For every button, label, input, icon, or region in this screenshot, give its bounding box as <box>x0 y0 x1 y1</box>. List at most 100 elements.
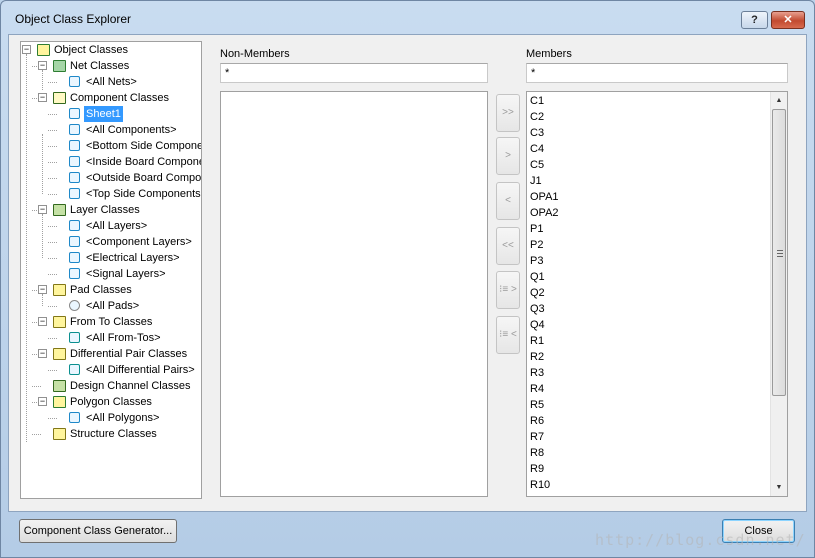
list-item[interactable]: J1 <box>530 173 542 189</box>
tree-connector <box>48 258 57 259</box>
tree-item[interactable]: <All Components> <box>21 122 201 138</box>
tree-item[interactable]: <Electrical Layers> <box>21 250 201 266</box>
list-item[interactable]: R6 <box>530 413 544 429</box>
tree-item-label: <All Pads> <box>86 300 140 312</box>
list-item[interactable]: Q3 <box>530 301 545 317</box>
tree-item-label: Differential Pair Classes <box>70 348 188 360</box>
list-item[interactable]: Q2 <box>530 285 545 301</box>
members-filter-input[interactable]: * <box>526 63 788 83</box>
title-bar[interactable]: Object Class Explorer ? ✕ <box>1 1 814 35</box>
list-item[interactable]: P1 <box>530 221 543 237</box>
tree-connector <box>48 370 57 371</box>
polygon-classes-icon <box>53 396 66 408</box>
list-item[interactable]: C5 <box>530 157 544 173</box>
collapse-icon[interactable]: − <box>38 61 47 70</box>
help-button[interactable]: ? <box>741 11 768 29</box>
tree-item[interactable]: Structure Classes <box>21 426 201 442</box>
tree-guide-line <box>42 70 43 90</box>
tree-connector <box>48 242 57 243</box>
tree-item[interactable]: <Top Side Components: <box>21 186 202 202</box>
add-filtered-button[interactable]: ⁝≡ > <box>496 271 520 309</box>
list-item[interactable]: R9 <box>530 461 544 477</box>
tree-connector <box>48 146 57 147</box>
non-members-filter-input[interactable]: * <box>220 63 488 83</box>
list-item[interactable]: C2 <box>530 109 544 125</box>
object-classes-tree[interactable]: − Object Classes − Net Classes <All Nets> − Co… <box>20 41 202 499</box>
remove-all-button[interactable]: << <box>496 227 520 265</box>
tree-item[interactable]: <Signal Layers> <box>21 266 201 282</box>
tree-item[interactable]: <All Layers> <box>21 218 201 234</box>
non-members-list[interactable] <box>220 91 488 497</box>
list-item[interactable]: R10 <box>530 477 550 493</box>
tree-item-label: <Component Layers> <box>86 236 192 248</box>
list-item[interactable]: P2 <box>530 237 543 253</box>
tree-item[interactable]: − Component Classes <box>21 90 201 106</box>
remove-filtered-button[interactable]: ⁝≡ < <box>496 316 520 354</box>
tree-item[interactable]: <Inside Board Compone <box>21 154 201 170</box>
tree-item[interactable]: <Outside Board Compor <box>21 170 201 186</box>
net-icon <box>69 76 80 87</box>
component-icon <box>69 188 80 199</box>
tree-item[interactable]: <Component Layers> <box>21 234 201 250</box>
tree-item[interactable]: <Bottom Side Componer <box>21 138 201 154</box>
collapse-icon[interactable]: − <box>38 317 47 326</box>
members-scrollbar[interactable]: ▲ ▼ <box>770 92 787 496</box>
remove-selected-button[interactable]: < <box>496 182 520 220</box>
list-item[interactable]: P3 <box>530 253 543 269</box>
tree-item[interactable]: <All Nets> <box>21 74 201 90</box>
members-label: Members <box>526 48 572 60</box>
collapse-icon[interactable]: − <box>38 397 47 406</box>
tree-item[interactable]: Design Channel Classes <box>21 378 201 394</box>
scroll-up-icon[interactable]: ▲ <box>771 92 787 109</box>
tree-item[interactable]: − Net Classes <box>21 58 201 74</box>
list-item[interactable]: Q1 <box>530 269 545 285</box>
tree-item-label: <Top Side Components: <box>86 188 202 200</box>
collapse-icon[interactable]: − <box>38 349 47 358</box>
tree-item[interactable]: − Layer Classes <box>21 202 201 218</box>
collapse-icon[interactable]: − <box>38 205 47 214</box>
collapse-icon[interactable]: − <box>22 45 31 54</box>
tree-item[interactable]: Sheet1 <box>21 106 201 122</box>
list-item[interactable]: R4 <box>530 381 544 397</box>
add-selected-button[interactable]: > <box>496 137 520 175</box>
tree-item[interactable]: <All Pads> <box>21 298 201 314</box>
tree-guide-line <box>42 214 43 258</box>
collapse-icon[interactable]: − <box>38 285 47 294</box>
tree-item-label: <All From-Tos> <box>86 332 161 344</box>
tree-item[interactable]: <All Differential Pairs> <box>21 362 201 378</box>
tree-connector <box>48 306 57 307</box>
tree-item[interactable]: − Pad Classes <box>21 282 201 298</box>
list-item[interactable]: C4 <box>530 141 544 157</box>
list-item[interactable]: Q4 <box>530 317 545 333</box>
component-class-generator-button[interactable]: Component Class Generator... <box>19 519 177 543</box>
scroll-down-icon[interactable]: ▼ <box>771 479 787 496</box>
layer-classes-icon <box>53 204 66 216</box>
list-item[interactable]: R2 <box>530 349 544 365</box>
add-all-button[interactable]: >> <box>496 94 520 132</box>
window-close-button[interactable]: ✕ <box>771 11 805 29</box>
component-icon <box>69 172 80 183</box>
tree-item-label: <All Differential Pairs> <box>86 364 195 376</box>
tree-connector <box>48 338 57 339</box>
list-item[interactable]: R7 <box>530 429 544 445</box>
list-item[interactable]: R8 <box>530 445 544 461</box>
list-item[interactable]: C1 <box>530 93 544 109</box>
design-channel-classes-icon <box>53 380 66 392</box>
scroll-thumb[interactable] <box>772 109 786 396</box>
list-item[interactable]: R1 <box>530 333 544 349</box>
list-item[interactable]: C3 <box>530 125 544 141</box>
list-item[interactable]: R3 <box>530 365 544 381</box>
list-item[interactable]: OPA2 <box>530 205 559 221</box>
members-list[interactable]: ▲ ▼ C1 C2 C3 C4 C5 J1 OPA1 OPA2 P1 P2 P3 Q1 Q2 Q3 Q4 R1… <box>526 91 788 497</box>
tree-item[interactable]: − Differential Pair Classes <box>21 346 201 362</box>
collapse-icon[interactable]: − <box>38 93 47 102</box>
tree-item[interactable]: − Object Classes <box>21 42 201 58</box>
window-title: Object Class Explorer <box>15 12 132 26</box>
list-item[interactable]: R5 <box>530 397 544 413</box>
tree-item[interactable]: − Polygon Classes <box>21 394 201 410</box>
tree-item[interactable]: − From To Classes <box>21 314 201 330</box>
tree-item[interactable]: <All From-Tos> <box>21 330 201 346</box>
component-icon <box>69 124 80 135</box>
list-item[interactable]: OPA1 <box>530 189 559 205</box>
tree-item[interactable]: <All Polygons> <box>21 410 201 426</box>
